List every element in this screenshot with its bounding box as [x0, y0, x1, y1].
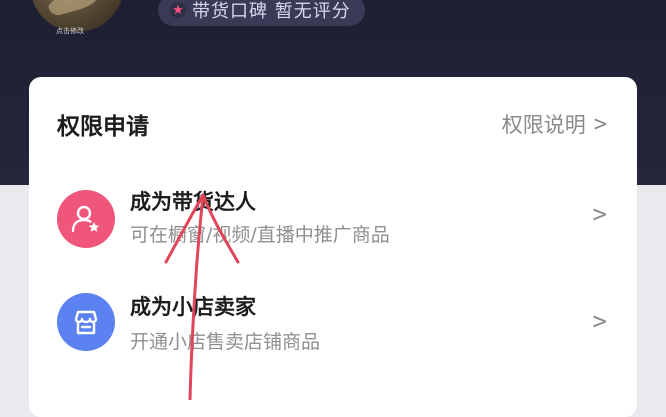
- user-star-icon: [57, 190, 115, 248]
- store-icon: [57, 293, 115, 351]
- chevron-right-icon: >: [593, 111, 607, 137]
- avatar-art: [46, 0, 100, 18]
- become-seller-item[interactable]: 成为小店卖家 开通小店售卖店铺商品 >: [29, 277, 637, 372]
- avatar-caption: 点击修改: [56, 27, 84, 35]
- item-title: 成为带货达人: [130, 190, 256, 214]
- card-header: 权限申请 权限说明 >: [57, 107, 607, 143]
- chevron-right-icon: >: [592, 200, 607, 228]
- chevron-right-icon: >: [592, 307, 607, 335]
- permissions-explain-link[interactable]: 权限说明 >: [502, 109, 607, 139]
- item-subtitle: 开通小店售卖店铺商品: [130, 331, 321, 353]
- card-title: 权限申请: [57, 114, 149, 140]
- explain-label: 权限说明: [501, 113, 586, 137]
- item-subtitle: 可在橱窗/视频/直播中推广商品: [130, 224, 390, 246]
- become-influencer-item[interactable]: 成为带货达人 可在橱窗/视频/直播中推广商品 >: [29, 172, 637, 267]
- rating-text: 带货口碑 暂无评分: [192, 1, 351, 22]
- star-icon: ★: [170, 2, 186, 18]
- rating-badge[interactable]: ★ 带货口碑 暂无评分: [158, 0, 365, 26]
- item-title: 成为小店卖家: [130, 295, 256, 319]
- permissions-card: 权限申请 权限说明 > 成为带货达人 可在橱窗/视频/直播中推广商品 > 成为小…: [29, 77, 637, 417]
